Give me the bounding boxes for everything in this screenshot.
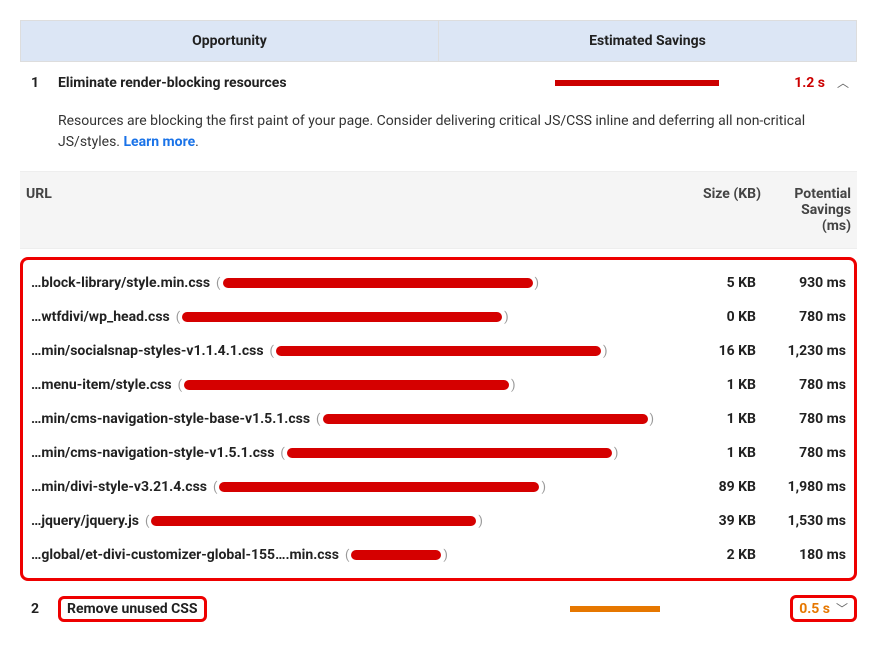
highlighted-resources: …block-library/style.min.css () 5 KB930 ms… (20, 257, 857, 581)
header-savings: Estimated Savings (439, 21, 856, 61)
url-path: …menu-item/style.css (31, 377, 172, 393)
row-url[interactable]: …min/divi-style-v3.21.4.css () (31, 479, 666, 495)
chevron-up-icon[interactable]: ︿ (837, 74, 857, 91)
opportunity-1-description: Resources are blocking the first paint o… (20, 103, 857, 171)
url-origin: () (213, 480, 546, 495)
redaction-mark (276, 346, 601, 356)
table-row: …min/socialsnap-styles-v1.1.4.1.css () 16 … (27, 334, 850, 368)
table-row: …min/cms-navigation-style-base-v1.5.1.cs… (27, 402, 850, 436)
table-row: …min/divi-style-v3.21.4.css () 89 KB1,980 … (27, 470, 850, 504)
header-opportunity: Opportunity (21, 21, 439, 61)
row-url[interactable]: …global/et-divi-customizer-global-155….m… (31, 547, 666, 563)
row-url[interactable]: …min/cms-navigation-style-base-v1.5.1.cs… (31, 411, 666, 427)
redaction-mark (323, 414, 648, 424)
row-savings: 1,980 ms (756, 479, 846, 495)
row-url[interactable]: …min/cms-navigation-style-v1.5.1.css () (31, 445, 666, 461)
row-savings: 180 ms (756, 547, 846, 563)
row-size: 39 KB (666, 513, 756, 529)
col-savings: Potential Savings (ms) (761, 186, 851, 234)
chevron-down-icon[interactable]: ﹀ (836, 600, 848, 617)
row-size: 1 KB (666, 377, 756, 393)
opportunity-2-time-highlight: 0.5 s ﹀ (790, 595, 857, 622)
url-path: …jquery/jquery.js (31, 513, 139, 529)
opportunity-2-time: 0.5 s (799, 601, 830, 617)
redaction-mark (223, 278, 533, 288)
url-origin: () (216, 276, 539, 291)
opportunity-2-bar (570, 606, 770, 612)
row-savings: 780 ms (756, 411, 846, 427)
redaction-mark (287, 448, 612, 458)
url-path: …block-library/style.min.css (31, 275, 210, 291)
row-size: 5 KB (666, 275, 756, 291)
table-row: …jquery/jquery.js () 39 KB1,530 ms (27, 504, 850, 538)
row-size: 1 KB (666, 411, 756, 427)
col-size: Size (KB) (671, 186, 761, 234)
row-size: 89 KB (666, 479, 756, 495)
opportunity-1-title: Eliminate render-blocking resources (50, 75, 555, 91)
audit-header: Opportunity Estimated Savings (20, 20, 857, 62)
redaction-mark (182, 312, 502, 322)
url-origin: () (280, 446, 618, 461)
url-path: …min/cms-navigation-style-v1.5.1.css (31, 445, 274, 461)
opportunity-1-num: 1 (20, 75, 50, 91)
resources-table: URL Size (KB) Potential Savings (ms) …bl… (20, 171, 857, 581)
opportunity-2-title: Remove unused CSS (67, 601, 198, 617)
row-savings: 780 ms (756, 309, 846, 325)
table-row: …min/cms-navigation-style-v1.5.1.css () 1 … (27, 436, 850, 470)
url-path: …min/cms-navigation-style-base-v1.5.1.cs… (31, 411, 310, 427)
row-savings: 1,230 ms (756, 343, 846, 359)
row-savings: 930 ms (756, 275, 846, 291)
row-url[interactable]: …min/socialsnap-styles-v1.1.4.1.css () (31, 343, 666, 359)
table-row: …menu-item/style.css () 1 KB780 ms (27, 368, 850, 402)
url-origin: () (178, 378, 516, 393)
url-path: …global/et-divi-customizer-global-155….m… (31, 547, 339, 563)
opportunity-2-num: 2 (20, 601, 50, 617)
url-path: …wtfdivi/wp_head.css (31, 309, 170, 325)
url-origin: () (145, 514, 483, 529)
opportunity-2-row[interactable]: 2 Remove unused CSS 0.5 s ﹀ (20, 589, 857, 628)
desc-text-b: . (195, 134, 199, 150)
learn-more-link[interactable]: Learn more (123, 134, 195, 150)
url-path: …min/socialsnap-styles-v1.1.4.1.css (31, 343, 264, 359)
row-size: 16 KB (666, 343, 756, 359)
row-url[interactable]: …wtfdivi/wp_head.css () (31, 309, 666, 325)
table-row: …wtfdivi/wp_head.css () 0 KB780 ms (27, 300, 850, 334)
col-url: URL (26, 186, 671, 234)
row-url[interactable]: …jquery/jquery.js () (31, 513, 666, 529)
redaction-mark (184, 380, 509, 390)
opportunity-1-time: 1.2 s (775, 75, 825, 91)
row-size: 2 KB (666, 547, 756, 563)
url-path: …min/divi-style-v3.21.4.css (31, 479, 207, 495)
url-origin: () (316, 412, 654, 427)
redaction-mark (351, 550, 441, 560)
row-savings: 780 ms (756, 377, 846, 393)
row-size: 0 KB (666, 309, 756, 325)
redaction-mark (219, 482, 539, 492)
url-origin: () (345, 548, 448, 563)
opportunity-1-bar (555, 80, 755, 86)
table-header: URL Size (KB) Potential Savings (ms) (20, 171, 857, 249)
opportunity-2-title-highlight: Remove unused CSS (58, 596, 207, 622)
table-row: …global/et-divi-customizer-global-155….m… (27, 538, 850, 572)
redaction-mark (151, 516, 476, 526)
row-url[interactable]: …block-library/style.min.css () (31, 275, 666, 291)
url-origin: () (176, 310, 509, 325)
row-savings: 1,530 ms (756, 513, 846, 529)
row-url[interactable]: …menu-item/style.css () (31, 377, 666, 393)
opportunity-1-row[interactable]: 1 Eliminate render-blocking resources 1.… (20, 62, 857, 103)
row-savings: 780 ms (756, 445, 846, 461)
url-origin: () (270, 344, 608, 359)
table-row: …block-library/style.min.css () 5 KB930 ms (27, 266, 850, 300)
row-size: 1 KB (666, 445, 756, 461)
